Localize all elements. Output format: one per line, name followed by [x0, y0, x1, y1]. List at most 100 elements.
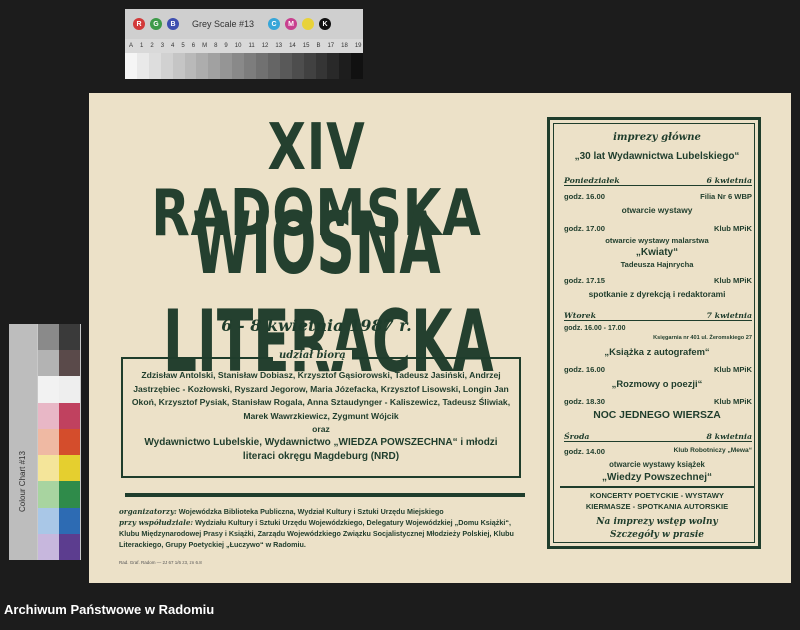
grey-step	[315, 53, 328, 79]
colour-swatch	[38, 428, 59, 456]
concerts-line: KONCERTY POETYCKIE - WYSTAWY	[590, 491, 724, 500]
grey-scale-tick: B	[316, 43, 321, 49]
day-date: 8 kwietnia	[706, 432, 752, 441]
cooperation-lead: przy współudziale:	[119, 518, 194, 527]
event-place: Klub MPiK	[714, 224, 752, 233]
grey-scale-tick: 18	[341, 43, 348, 49]
colour-swatch	[59, 455, 80, 482]
print-note: Rad. Graf. Radom — 2J 67 1/6 z3, zn 6.8	[119, 560, 202, 565]
colour-chart: Colour Chart #13	[9, 324, 81, 560]
grey-scale-title: Grey Scale #13	[192, 19, 255, 29]
grey-scale-tick: 15	[302, 43, 310, 49]
grey-scale-tick: A	[129, 43, 134, 49]
red-swatch: R	[133, 18, 145, 30]
grey-step	[208, 53, 221, 79]
grey-step	[267, 53, 280, 79]
event-line: „Kwiaty“	[635, 247, 679, 258]
event-time-row: godz. 16.00 Filia Nr 6 WBP	[564, 192, 752, 201]
yellow-swatch: Y	[302, 18, 315, 30]
organizers-text: Wojewódzka Biblioteka Publiczna, Wydział…	[178, 507, 444, 516]
event-time: godz. 16.00	[564, 365, 605, 374]
event-time: godz. 16.00 - 17.00	[564, 325, 626, 332]
colour-swatch	[59, 402, 80, 429]
colour-chart-label: Colour Chart #13	[18, 451, 27, 512]
day-name: Poniedziałek	[564, 176, 620, 185]
participants-list: Zdzisław Antolski, Stanisław Dobiasz, Kr…	[131, 370, 511, 421]
black-swatch: K	[319, 18, 332, 30]
event-place: Klub Robotniczy „Mewa“	[673, 447, 752, 454]
green-swatch: G	[150, 18, 162, 30]
event-time-row: godz. 18.30 Klub MPiK	[564, 397, 752, 406]
grey-scale-tick: 9	[224, 43, 228, 49]
organizers-block: organizatorzy: Wojewódzka Biblioteka Pub…	[119, 506, 529, 550]
event-time-row: godz. 16.00 Klub MPiK	[564, 365, 752, 374]
divider	[125, 493, 525, 497]
participants-names: Zdzisław Antolski, Stanisław Dobiasz, Kr…	[129, 369, 513, 437]
event-line: otwarcie wystawy	[621, 205, 693, 215]
event-line: otwarcie wystawy książek	[609, 460, 705, 469]
organizers-line: organizatorzy: Wojewódzka Biblioteka Pub…	[119, 506, 529, 517]
grey-scale-tick: 4	[171, 43, 175, 49]
event-place: Klub MPiK	[714, 276, 752, 285]
event-line: „Rozmowy o poezji“	[611, 378, 703, 389]
participants-box: udział biorą Zdzisław Antolski, Stanisła…	[121, 350, 521, 478]
closing-line: Na imprezy wstęp wolny	[596, 517, 718, 527]
colour-swatch	[59, 533, 80, 560]
event-time: godz. 18.30	[564, 397, 605, 406]
event-place: Filia Nr 6 WBP	[700, 192, 752, 201]
day-wednesday: Środa 8 kwietnia	[564, 432, 752, 442]
grey-step	[351, 53, 364, 79]
grey-step	[232, 53, 245, 79]
event-time-row: godz. 14.00 Klub Robotniczy „Mewa“	[564, 447, 752, 456]
grey-scale-header: R G B Grey Scale #13 C M Y K	[125, 9, 363, 39]
grey-step	[220, 53, 233, 79]
colour-swatch	[59, 507, 80, 534]
event-line: otwarcie wystawy malarstwa	[605, 236, 709, 245]
grey-step	[291, 53, 304, 79]
event-line: NOC JEDNEGO WIERSZA	[593, 410, 721, 421]
grey-scale-tick: 2	[150, 43, 154, 49]
colour-swatch	[38, 324, 59, 351]
day-date: 7 kwietnia	[706, 311, 752, 320]
participants-oraz: oraz	[312, 424, 330, 434]
event-place: Klub MPiK	[714, 365, 752, 374]
program-heading: imprezy główne	[613, 132, 701, 143]
grey-step	[136, 53, 149, 79]
colour-swatch	[38, 350, 59, 377]
program-divider	[560, 486, 754, 488]
cyan-swatch: C	[268, 18, 281, 30]
grey-scale-tick: 6	[191, 43, 196, 49]
colour-chart-swatches	[38, 324, 80, 560]
program-inner: imprezy główne „30 lat Wydawnictwa Lubel…	[553, 123, 755, 543]
grey-scale-tick: 12	[261, 43, 269, 49]
colour-swatch	[38, 481, 59, 508]
colour-swatch	[59, 324, 80, 351]
poster: XIV RADOMSKA WIOSNA LITERACKA 6 - 8 kwie…	[89, 93, 791, 583]
colour-swatch	[38, 402, 59, 429]
event-time-row: godz. 17.15 Klub MPiK	[564, 276, 752, 285]
colour-swatch	[38, 507, 59, 534]
grey-scale-tick: 17	[327, 43, 335, 49]
grey-step	[327, 53, 340, 79]
event-line: Tadeusza Hajnrycha	[620, 260, 694, 269]
grey-step	[125, 53, 137, 79]
participants-heading: udział biorą	[273, 350, 352, 361]
event-place: Klub MPiK	[714, 397, 752, 406]
event-place: Księgarnia nr 401 ul. Żeromskiego 27	[653, 335, 752, 341]
grey-scale-tick: 13	[275, 43, 283, 49]
day-tuesday: Wtorek 7 kwietnia	[564, 311, 752, 321]
grey-scale-tick: 14	[289, 43, 296, 49]
grey-scale-tick: 1	[140, 43, 144, 49]
cooperation-line: przy współudziale: Wydziału Kultury i Sz…	[119, 517, 529, 550]
grey-step	[244, 53, 256, 79]
day-monday: Poniedziałek 6 kwietnia	[564, 176, 752, 186]
event-time-row: godz. 17.00 Klub MPiK	[564, 224, 752, 233]
grey-scale-tick: 11	[248, 43, 255, 49]
blue-swatch: B	[167, 18, 179, 30]
event-time: godz. 17.15	[564, 276, 605, 285]
grey-scale-tick: 5	[181, 43, 185, 49]
participants-publishers: Wydawnictwo Lubelskie, Wydawnictwo „WIED…	[144, 437, 498, 462]
grey-step	[279, 53, 292, 79]
event-time-row: godz. 16.00 - 17.00	[564, 325, 752, 332]
program-box: imprezy główne „30 lat Wydawnictwa Lubel…	[547, 117, 761, 549]
